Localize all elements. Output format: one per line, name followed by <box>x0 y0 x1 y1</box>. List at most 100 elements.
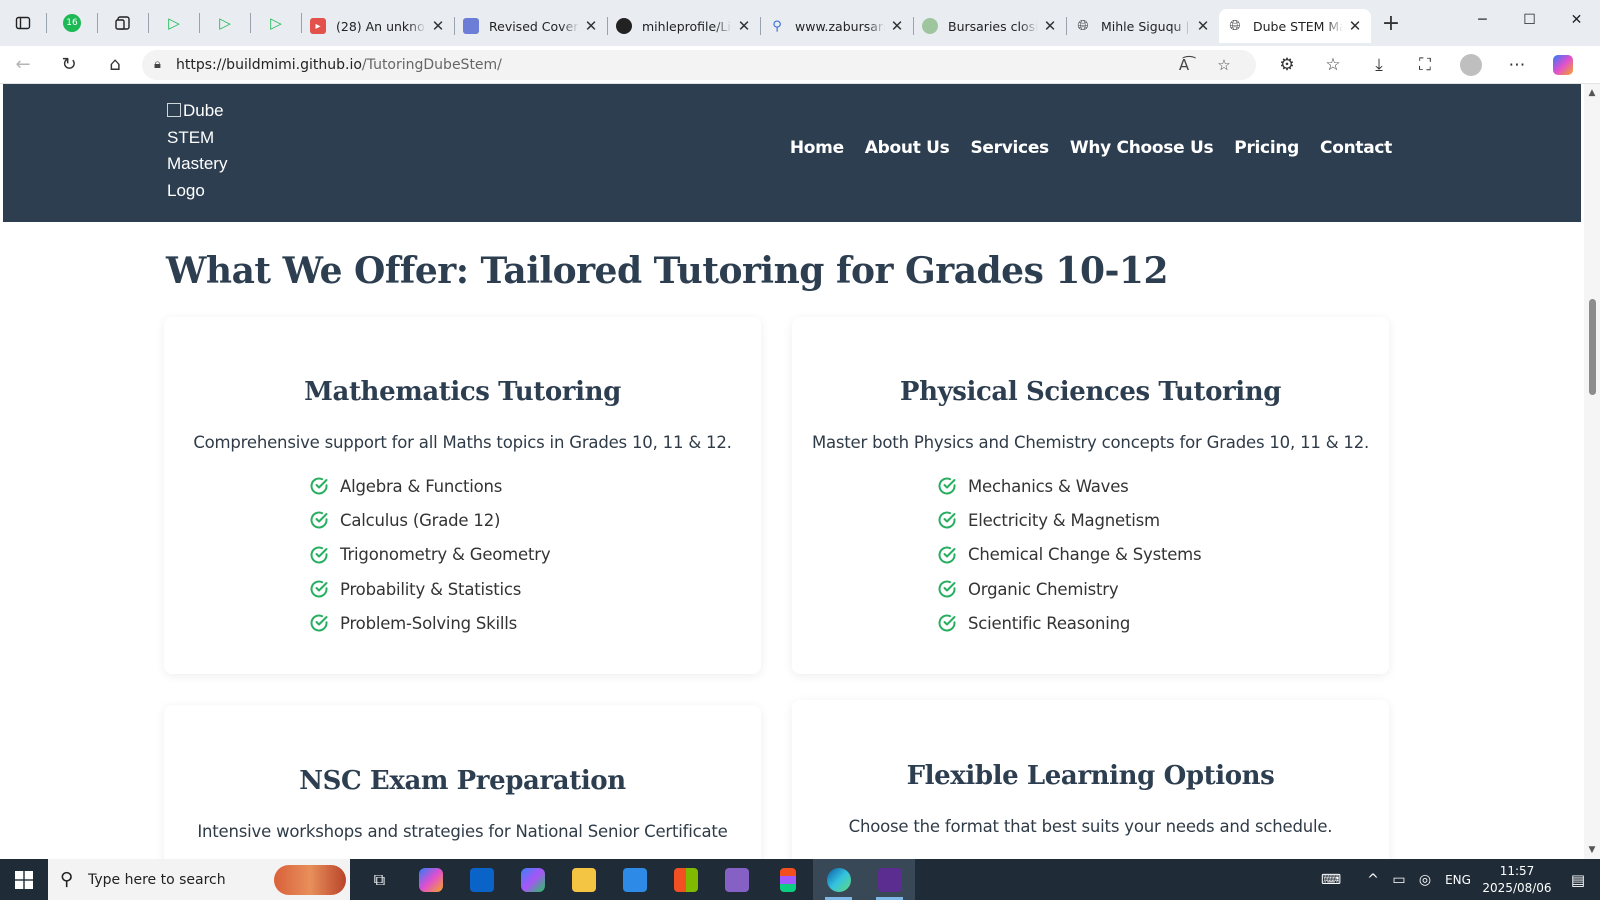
close-tab-icon[interactable]: ✕ <box>889 17 905 35</box>
tab-title: Revised Cover Le <box>489 18 579 34</box>
tab-actions-icon[interactable] <box>0 0 46 46</box>
pinned-tab-play-3[interactable]: ▷ <box>251 0 301 46</box>
card-description: Choose the format that best suits your n… <box>848 817 1333 836</box>
list-item: Organic Chemistry <box>937 572 1201 606</box>
home-button[interactable]: ⌂ <box>92 46 138 84</box>
lock-icon[interactable]: 🔒︎ <box>154 57 176 72</box>
list-item-label: Algebra & Functions <box>340 476 503 496</box>
clock[interactable]: 11:57 2025/08/06 <box>1478 863 1556 897</box>
more-menu-icon[interactable]: ⋯ <box>1494 46 1540 84</box>
notification-center-icon[interactable]: ▤ <box>1556 871 1600 889</box>
nav-contact[interactable]: Contact <box>1320 138 1392 158</box>
browser-tab[interactable]: ▸ (28) An unknown ✕ <box>302 9 454 43</box>
taskbar-apps: ⧉ <box>354 859 915 900</box>
address-bar[interactable]: 🔒︎ https://buildmimi.github.io/TutoringD… <box>142 49 1256 80</box>
language-indicator[interactable]: ENG <box>1438 873 1478 887</box>
file-explorer-app[interactable] <box>558 859 609 900</box>
windows-taskbar: ⚲ Type here to search ⧉ ⌨︎ ^ ▭ ◎ ENG 11:… <box>0 859 1600 900</box>
close-tab-icon[interactable]: ✕ <box>430 17 446 35</box>
page-scrollbar[interactable]: ▲ ▼ <box>1584 84 1600 859</box>
mail-app[interactable] <box>609 859 660 900</box>
check-circle-icon <box>310 511 328 529</box>
nav-about-us[interactable]: About Us <box>865 138 950 158</box>
list-item-label: Chemical Change & Systems <box>968 545 1202 565</box>
minimize-button[interactable]: ─ <box>1459 0 1506 40</box>
card-title: Physical Sciences Tutoring <box>899 377 1282 407</box>
service-card-physical-sciences: Physical Sciences Tutoring Master both P… <box>792 317 1389 674</box>
list-item-label: Electricity & Magnetism <box>968 510 1160 530</box>
list-item: Scientific Reasoning <box>937 606 1201 640</box>
tab-group-badge[interactable]: 16 <box>47 0 97 46</box>
search-favicon-icon: ⚲ <box>772 18 782 34</box>
site-header: Dube STEM Mastery Logo Home About Us Ser… <box>3 84 1581 222</box>
task-view-button[interactable]: ⧉ <box>354 859 405 900</box>
check-circle-icon <box>938 477 956 495</box>
taskbar-search[interactable]: ⚲ Type here to search <box>48 859 350 900</box>
url-path: /TutoringDubeStem/ <box>361 56 502 73</box>
new-tab-button[interactable]: + <box>1371 0 1411 46</box>
figma-app[interactable] <box>762 859 813 900</box>
tab-title: Dube STEM Mas <box>1253 18 1343 34</box>
microsoft365-app[interactable] <box>507 859 558 900</box>
close-tab-icon[interactable]: ✕ <box>1195 17 1211 35</box>
browser-tab[interactable]: ⚲ www.zabursaries ✕ <box>761 9 913 43</box>
close-tab-icon[interactable]: ✕ <box>736 17 752 35</box>
show-hidden-icons-chevron-icon[interactable]: ^ <box>1360 872 1386 888</box>
pinned-tab-workspace[interactable] <box>98 0 148 46</box>
store-app[interactable] <box>660 859 711 900</box>
scrollbar-thumb[interactable] <box>1589 299 1596 395</box>
network-icon[interactable]: ◎ <box>1412 872 1438 888</box>
topic-list: Mechanics & Waves Electricity & Magnetis… <box>937 469 1202 640</box>
close-tab-icon[interactable]: ✕ <box>1042 17 1058 35</box>
list-item: Problem-Solving Skills <box>309 606 550 640</box>
check-circle-icon <box>938 614 956 632</box>
nav-why-choose-us[interactable]: Why Choose Us <box>1070 138 1214 158</box>
favorite-star-icon[interactable]: ☆ <box>1204 56 1244 74</box>
copilot-app[interactable] <box>405 859 456 900</box>
start-button[interactable] <box>0 859 48 900</box>
url-text[interactable]: https://buildmimi.github.io/TutoringDube… <box>176 57 1164 73</box>
pinned-tab-play-1[interactable]: ▷ <box>149 0 199 46</box>
nav-pricing[interactable]: Pricing <box>1234 138 1299 158</box>
list-item-label: Scientific Reasoning <box>968 613 1131 633</box>
outlook-app[interactable] <box>456 859 507 900</box>
outlook-icon <box>469 867 494 892</box>
edge-app[interactable] <box>813 859 864 900</box>
nav-services[interactable]: Services <box>970 138 1049 158</box>
browser-tab[interactable]: mihleprofile/Lin ✕ <box>608 9 760 43</box>
maximize-button[interactable]: ☐ <box>1506 0 1553 40</box>
visual-studio-preview-app[interactable] <box>864 859 915 900</box>
close-tab-icon[interactable]: ✕ <box>1347 17 1363 35</box>
globe-icon: 🌐︎ <box>1077 18 1089 34</box>
tab-title: Bursaries closing <box>948 18 1038 34</box>
profile-button[interactable] <box>1448 46 1494 84</box>
nav-home[interactable]: Home <box>790 138 844 158</box>
browser-tab[interactable]: Revised Cover Le ✕ <box>455 9 607 43</box>
mail-icon <box>622 867 647 892</box>
refresh-button[interactable]: ↻ <box>46 46 92 84</box>
read-aloud-icon[interactable]: A͡ <box>1164 56 1204 74</box>
site-logo[interactable]: Dube STEM Mastery Logo <box>167 98 233 204</box>
visual-studio-app[interactable] <box>711 859 762 900</box>
card-title: Mathematics Tutoring <box>304 377 621 407</box>
scroll-down-icon[interactable]: ▼ <box>1584 843 1600 857</box>
screenshot-icon[interactable]: ⛶ <box>1402 46 1448 84</box>
downloads-icon[interactable]: ⤓ <box>1356 46 1402 84</box>
browser-tab[interactable]: 🌐︎ Mihle Siguqu | P ✕ <box>1067 9 1219 43</box>
browser-tab-active[interactable]: 🌐︎ Dube STEM Mas ✕ <box>1219 9 1371 43</box>
battery-icon[interactable]: ▭ <box>1386 872 1412 888</box>
browser-tab-strip: 16 ▷ ▷ ▷ ▸ (28) An unknown ✕ Revised Cov… <box>0 0 1600 46</box>
close-window-button[interactable]: ✕ <box>1553 0 1600 40</box>
pinned-tab-play-2[interactable]: ▷ <box>200 0 250 46</box>
search-highlight-image <box>274 865 346 895</box>
scroll-up-icon[interactable]: ▲ <box>1584 86 1600 100</box>
favorites-icon[interactable]: ☆ <box>1310 46 1356 84</box>
browser-tab[interactable]: Bursaries closing ✕ <box>914 9 1066 43</box>
back-button[interactable]: ← <box>0 46 46 84</box>
extensions-icon[interactable]: ⚙︎ <box>1264 46 1310 84</box>
copilot-icon[interactable] <box>1540 46 1586 84</box>
url-domain: https://buildmimi.github.io <box>176 56 362 73</box>
tab-title: Mihle Siguqu | P <box>1101 18 1191 34</box>
keyboard-icon[interactable]: ⌨︎ <box>1318 872 1344 888</box>
close-tab-icon[interactable]: ✕ <box>583 17 599 35</box>
